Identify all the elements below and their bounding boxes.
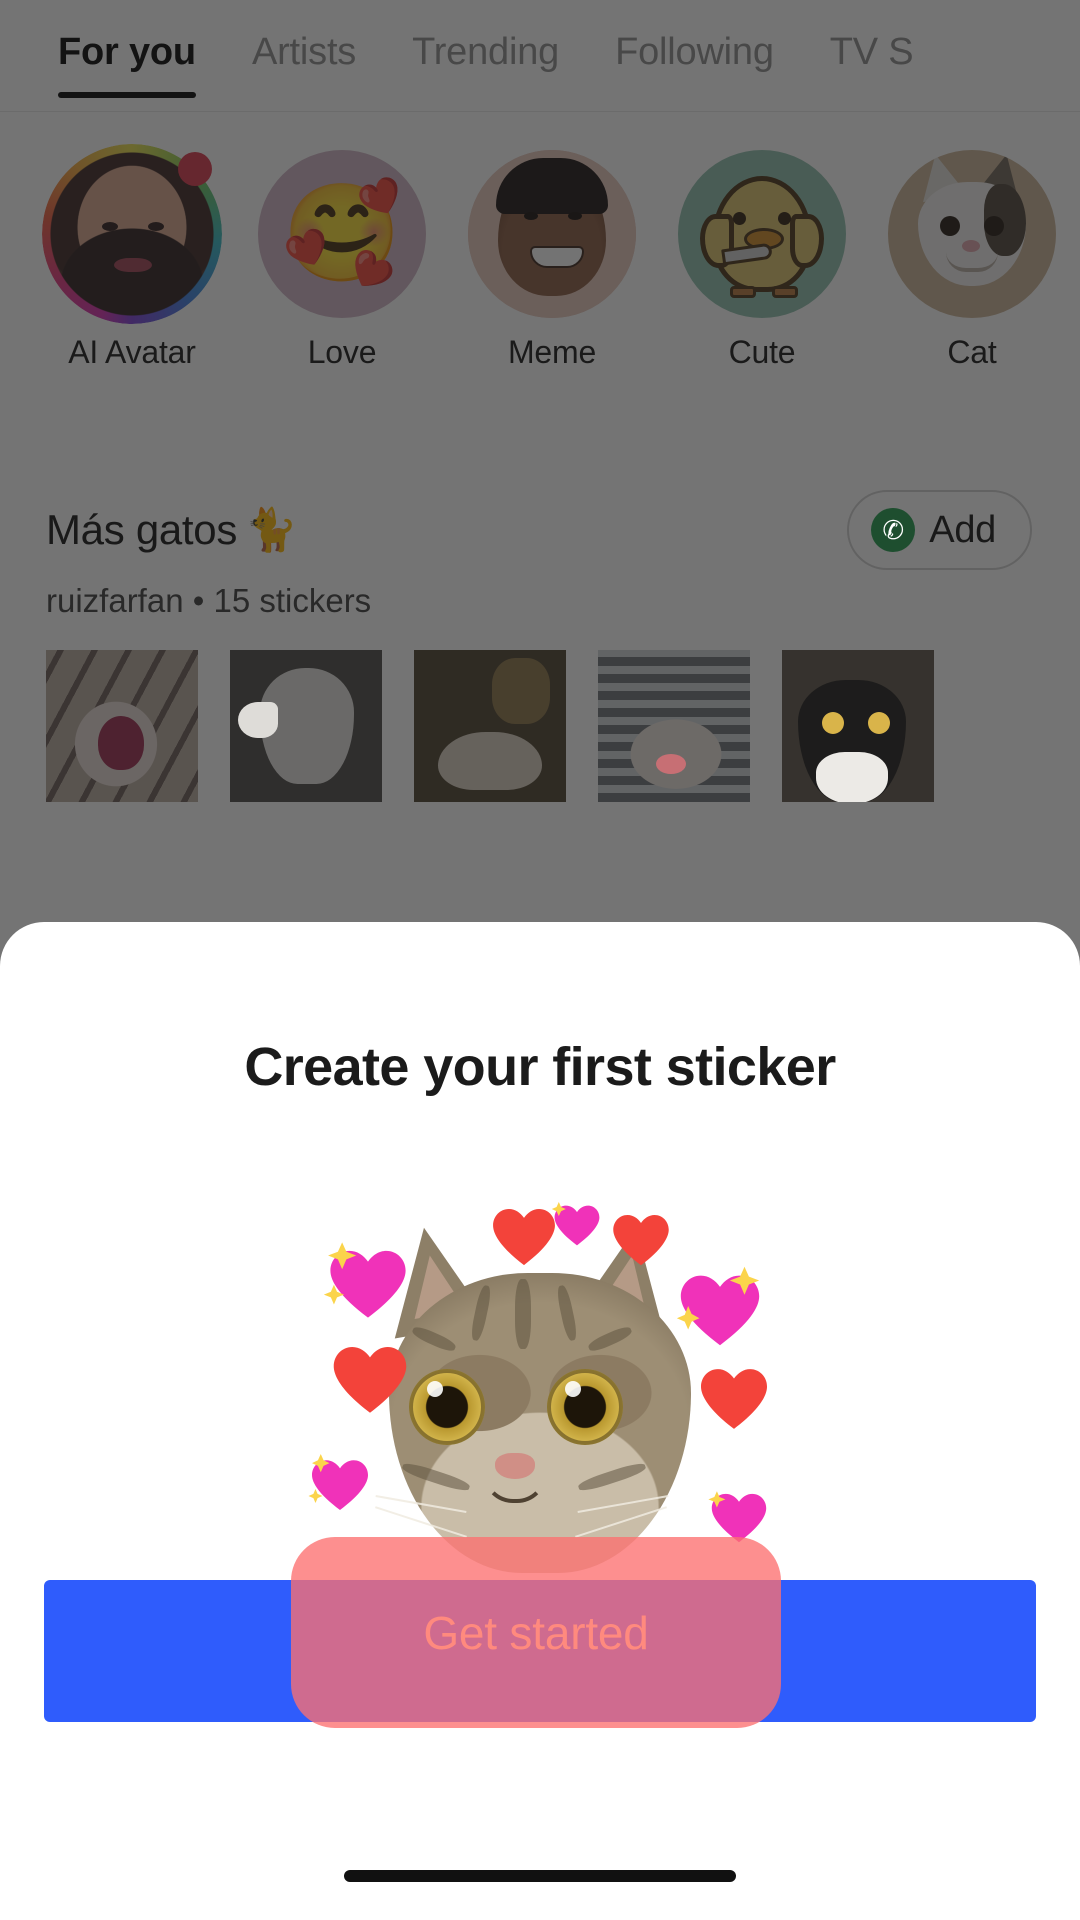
home-indicator[interactable] [344,1870,736,1882]
add-button-label: Add [929,508,996,551]
avatar[interactable] [678,150,846,318]
duck-with-knife-illustration-icon [678,150,846,318]
category-cat[interactable]: Cat [888,150,1056,371]
tab-bar: For you Artists Trending Following TV S [0,0,1080,112]
smiling-face-with-hearts-emoji-icon: 🥰 [258,150,426,318]
sheet-title: Create your first sticker [244,1037,836,1097]
pack-subtitle: ruizfarfan • 15 stickers [0,582,1080,620]
app-root: For you Artists Trending Following TV S [0,0,1080,1920]
pack-title: Más gatos 🐈 [46,506,297,555]
red-heart-icon [613,1215,669,1267]
get-started-overlay-label: Get started [423,1606,649,1659]
pack-title-text: Más gatos [46,506,238,553]
sticker-pack-section: Más gatos 🐈 ✆ Add ruizfarfan • 15 sticke… [0,490,1080,802]
polite-cat-photo-icon [888,150,1056,318]
category-label: Cute [728,334,796,370]
category-ai-avatar[interactable]: AI Avatar [42,144,222,371]
category-love[interactable]: 🥰 Love [258,150,426,371]
sparkling-heart-icon [321,1237,415,1323]
tab-for-you-label: For you [58,31,196,73]
sticker-preview [0,1187,1080,1587]
sticker-thumbnail[interactable] [782,650,934,802]
tab-trending-label: Trending [412,31,560,73]
avatar[interactable] [468,150,636,318]
tab-trending[interactable]: Trending [412,31,559,80]
avatar[interactable]: 🥰 [258,150,426,318]
category-label: Cat [947,334,997,370]
meme-face-photo-icon [468,150,636,318]
red-heart-icon [701,1369,767,1431]
red-heart-icon [333,1347,407,1415]
pack-author: ruizfarfan [46,582,184,619]
sticker-thumbnail[interactable] [230,650,382,802]
sticker-thumbnail[interactable] [46,650,198,802]
whatsapp-icon: ✆ [871,508,916,552]
cat-emoji-icon: 🐈 [245,505,298,553]
tab-for-you[interactable]: For you [58,31,196,98]
pack-thumbnail-row [0,650,1080,802]
sparkling-heart-icon [549,1197,605,1249]
category-row: AI Avatar 🥰 Love Meme Cute Cat [0,144,1080,371]
get-started-overlay-button[interactable]: Get started [291,1537,781,1728]
avatar[interactable] [42,144,222,324]
category-label: AI Avatar [68,334,196,370]
bottom-sheet: Create your first sticker [0,922,1080,1920]
sticker-thumbnail[interactable] [598,650,750,802]
pack-count: 15 stickers [213,582,372,619]
notification-badge-icon [178,152,212,186]
tab-artists[interactable]: Artists [252,31,356,80]
category-label: Love [307,334,377,370]
tab-active-indicator [58,92,196,98]
tab-artists-label: Artists [251,31,357,73]
add-pack-button[interactable]: ✆ Add [847,490,1032,570]
tab-following-label: Following [615,31,774,73]
pack-separator: • [192,582,205,619]
red-heart-icon [493,1209,555,1267]
tab-tv-shows-label: TV S [829,31,914,73]
category-meme[interactable]: Meme [468,150,636,371]
category-label: Meme [507,334,597,370]
sparkling-heart-icon [305,1449,375,1515]
tab-tv-shows[interactable]: TV S [830,31,914,80]
category-cute[interactable]: Cute [678,150,846,371]
tab-following[interactable]: Following [615,31,774,80]
sticker-thumbnail[interactable] [414,650,566,802]
avatar[interactable] [888,150,1056,318]
hearts-cat-sticker-icon [305,1187,775,1587]
sparkling-heart-icon [671,1261,769,1351]
